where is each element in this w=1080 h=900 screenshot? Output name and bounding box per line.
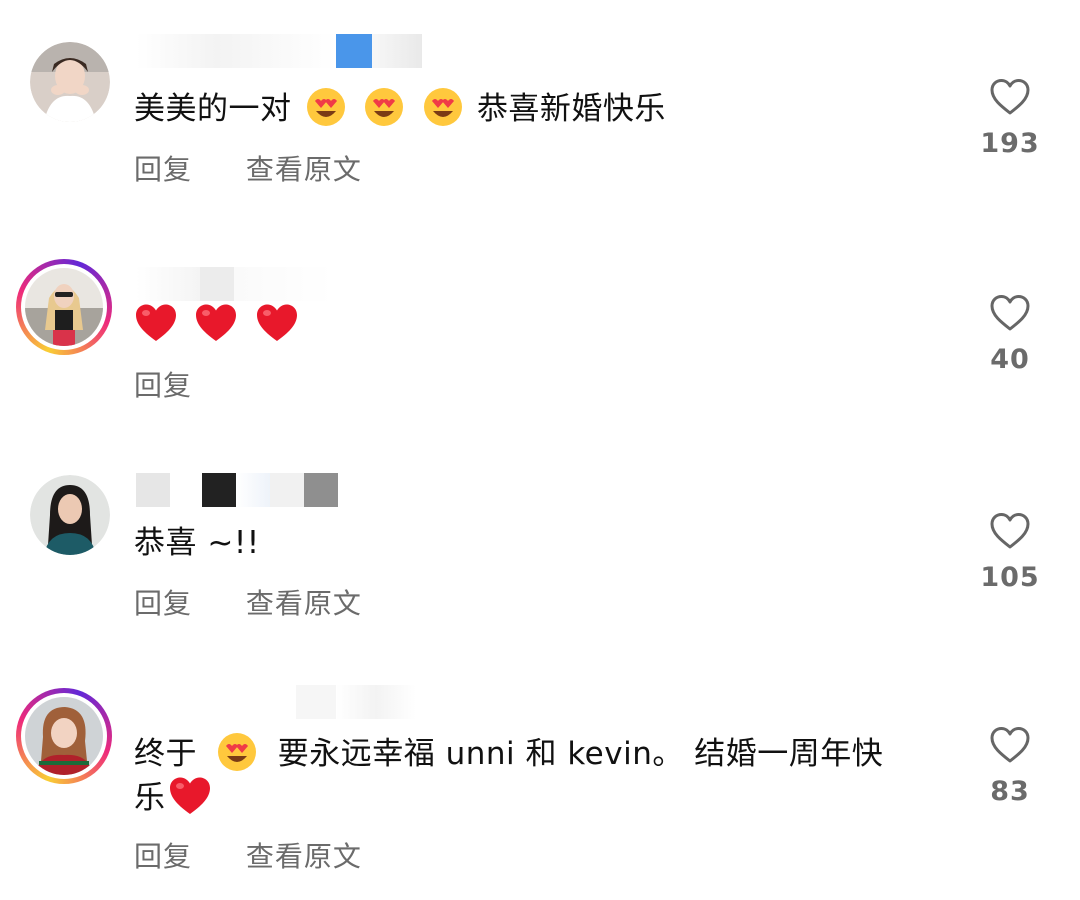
avatar-photo [25, 697, 103, 775]
comment-text: 恭喜 ~!! [134, 525, 260, 561]
avatar[interactable] [16, 259, 112, 355]
username-redacted[interactable] [136, 34, 436, 68]
heart-eyes-emoji-icon [306, 88, 345, 126]
avatar[interactable] [30, 42, 110, 122]
red-heart-emoji-icon [136, 304, 176, 341]
like-count: 40 [990, 344, 1030, 375]
username-redacted[interactable] [136, 685, 416, 719]
see-original-button[interactable]: 查看原文 [246, 153, 362, 186]
reply-button[interactable]: 回复 [134, 587, 192, 620]
username-redacted[interactable] [136, 267, 336, 301]
avatar-photo [30, 42, 110, 122]
like-count: 83 [990, 776, 1030, 807]
see-original-button[interactable]: 查看原文 [246, 840, 362, 873]
avatar-photo [30, 475, 110, 555]
comment-item: 恭喜 ~!! 回复 查看原文 105 [0, 435, 1080, 655]
comment-actions: 回复 查看原文 [134, 148, 406, 188]
red-heart-emoji-icon [169, 777, 210, 814]
like-block: 105 [960, 512, 1060, 593]
reply-button[interactable]: 回复 [134, 840, 192, 873]
username-redacted[interactable] [136, 473, 346, 507]
comment-item: 回复 40 [0, 215, 1080, 435]
like-count: 193 [980, 128, 1040, 159]
heart-outline-icon[interactable] [989, 78, 1031, 116]
reply-button[interactable]: 回复 [134, 369, 192, 402]
heart-outline-icon[interactable] [989, 726, 1031, 764]
comment-actions: 回复 [134, 364, 236, 404]
like-block: 83 [960, 726, 1060, 807]
like-count: 105 [980, 562, 1040, 593]
avatar-photo [25, 268, 103, 346]
heart-outline-icon[interactable] [989, 294, 1031, 332]
like-block: 40 [960, 294, 1060, 375]
comment-item: 终于 要永远幸福 unni 和 kevin。 结婚一周年快 乐 回复 查看原文 … [0, 655, 1080, 900]
like-block: 193 [960, 78, 1060, 159]
heart-eyes-emoji-icon [423, 88, 462, 126]
heart-eyes-emoji-icon [365, 88, 404, 126]
see-original-button[interactable]: 查看原文 [246, 587, 362, 620]
avatar[interactable] [16, 688, 112, 784]
avatar[interactable] [30, 475, 110, 555]
reply-button[interactable]: 回复 [134, 153, 192, 186]
heart-eyes-emoji-icon [218, 733, 257, 771]
comment-text: 终于 要永远幸福 unni 和 kevin。 结婚一周年快 乐 [134, 732, 934, 820]
heart-outline-icon[interactable] [989, 512, 1031, 550]
comment-item: 美美的一对 恭喜新婚快乐 回复 查看原文 193 [0, 0, 1080, 215]
red-heart-emoji-icon [256, 304, 297, 341]
comment-actions: 回复 查看原文 [134, 835, 406, 875]
red-heart-emoji-icon [196, 304, 237, 341]
comment-actions: 回复 查看原文 [134, 582, 406, 622]
comment-text: 美美的一对 恭喜新婚快乐 [134, 87, 934, 131]
comment-text [134, 303, 934, 347]
